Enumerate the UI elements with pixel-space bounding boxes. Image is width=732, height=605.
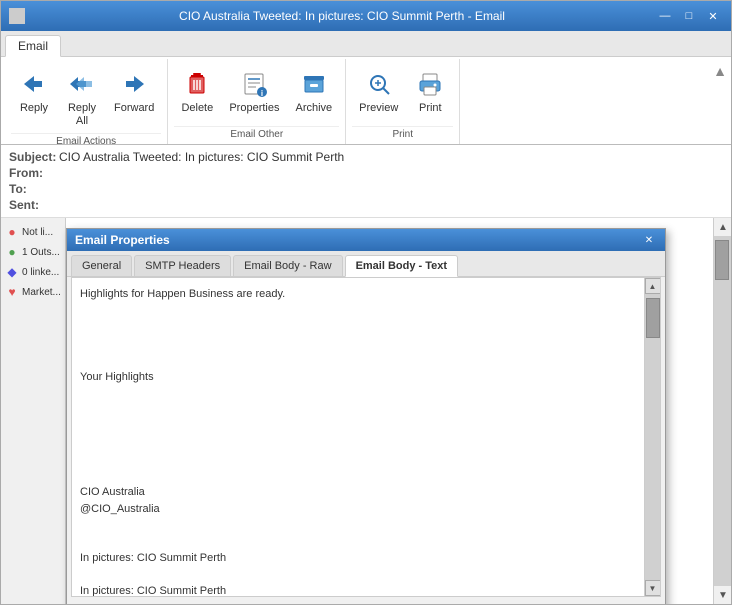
email-header: Subject: CIO Australia Tweeted: In pictu… <box>1 145 731 218</box>
subject-row: Subject: CIO Australia Tweeted: In pictu… <box>9 149 723 165</box>
dialog-tabs: General SMTP Headers Email Body - Raw Em… <box>67 251 665 277</box>
forward-label: Forward <box>114 102 154 115</box>
email-properties-dialog: Email Properties ✕ General SMTP Headers … <box>66 228 666 604</box>
archive-icon <box>298 68 330 100</box>
close-button[interactable]: ✕ <box>703 7 723 25</box>
ribbon-group-email-actions: Reply ReplyAll <box>5 59 168 144</box>
from-row: From: <box>9 165 723 181</box>
print-label: Print <box>419 102 442 115</box>
email-other-label: Email Other <box>174 126 339 144</box>
dialog-title-controls: ✕ <box>641 233 657 247</box>
preview-icon <box>363 68 395 100</box>
print-button[interactable]: Print <box>407 63 453 120</box>
tab-general[interactable]: General <box>71 255 132 276</box>
to-value <box>59 182 723 196</box>
scrollbar-thumb[interactable] <box>646 298 660 338</box>
tab-email[interactable]: Email <box>5 35 61 57</box>
dialog-title-bar: Email Properties ✕ <box>67 229 665 251</box>
sent-value <box>59 198 723 212</box>
preview-button[interactable]: Preview <box>352 63 405 120</box>
email-actions-buttons: Reply ReplyAll <box>11 59 161 133</box>
email-body-text-area[interactable]: Highlights for Happen Business are ready… <box>72 278 644 596</box>
email-other-buttons: Delete i Properties <box>174 59 339 126</box>
reply-all-icon <box>66 68 98 100</box>
scrollbar-up-button[interactable]: ▲ <box>645 278 661 294</box>
archive-button[interactable]: Archive <box>288 63 339 120</box>
sent-row: Sent: <box>9 197 723 213</box>
sent-label: Sent: <box>9 198 59 212</box>
delete-label: Delete <box>181 102 213 115</box>
scrollbar-down-button[interactable]: ▼ <box>645 580 661 596</box>
ribbon-collapse-button[interactable]: ▲ <box>713 63 727 79</box>
reply-all-label: ReplyAll <box>68 102 96 128</box>
ribbon-group-print: Preview Print Print <box>346 59 460 144</box>
preview-label: Preview <box>359 102 398 115</box>
maximize-button[interactable]: □ <box>679 7 699 25</box>
forward-icon <box>118 68 150 100</box>
properties-button[interactable]: i Properties <box>222 63 286 120</box>
tab-email-body-raw[interactable]: Email Body - Raw <box>233 255 342 276</box>
ribbon-collapse-area: ▲ <box>709 59 727 144</box>
title-bar: CIO Australia Tweeted: In pictures: CIO … <box>1 1 731 31</box>
scrollbar-track <box>645 294 660 580</box>
delete-icon <box>181 68 213 100</box>
print-buttons: Preview Print <box>352 59 453 126</box>
forward-button[interactable]: Forward <box>107 63 161 120</box>
print-label: Print <box>352 126 453 144</box>
dialog-close-x-button[interactable]: ✕ <box>641 233 657 247</box>
reply-button[interactable]: Reply <box>11 63 57 120</box>
delete-button[interactable]: Delete <box>174 63 220 120</box>
properties-label: Properties <box>229 102 279 115</box>
reply-all-button[interactable]: ReplyAll <box>59 63 105 133</box>
svg-text:i: i <box>261 89 263 98</box>
window-title: CIO Australia Tweeted: In pictures: CIO … <box>29 9 655 23</box>
ribbon: Reply ReplyAll <box>1 57 731 145</box>
print-icon <box>414 68 446 100</box>
subject-label: Subject: <box>9 150 59 164</box>
subject-value: CIO Australia Tweeted: In pictures: CIO … <box>59 150 723 164</box>
reply-label: Reply <box>20 102 48 115</box>
dialog-content: Highlights for Happen Business are ready… <box>71 277 661 597</box>
dialog-overlay: Email Properties ✕ General SMTP Headers … <box>1 218 731 604</box>
to-row: To: <box>9 181 723 197</box>
app-icon <box>9 8 25 24</box>
ribbon-tab-bar: Email <box>1 31 731 57</box>
title-bar-controls: — □ ✕ <box>655 7 723 25</box>
dialog-title: Email Properties <box>75 233 170 247</box>
from-label: From: <box>9 166 59 180</box>
reply-icon <box>18 68 50 100</box>
tab-email-body-text[interactable]: Email Body - Text <box>345 255 458 277</box>
main-window: CIO Australia Tweeted: In pictures: CIO … <box>0 0 732 605</box>
dialog-footer: Copy To Clipboard Close <box>67 601 665 604</box>
properties-icon: i <box>238 68 270 100</box>
dialog-scrollbar: ▲ ▼ <box>644 278 660 596</box>
main-area: ● Not li... ● 1 Outs... ◆ 0 linke... ♥ M… <box>1 218 731 604</box>
tab-smtp-headers[interactable]: SMTP Headers <box>134 255 231 276</box>
minimize-button[interactable]: — <box>655 7 675 25</box>
from-value <box>59 166 723 180</box>
to-label: To: <box>9 182 59 196</box>
ribbon-group-email-other: Delete i Properties <box>168 59 346 144</box>
archive-label: Archive <box>295 102 332 115</box>
